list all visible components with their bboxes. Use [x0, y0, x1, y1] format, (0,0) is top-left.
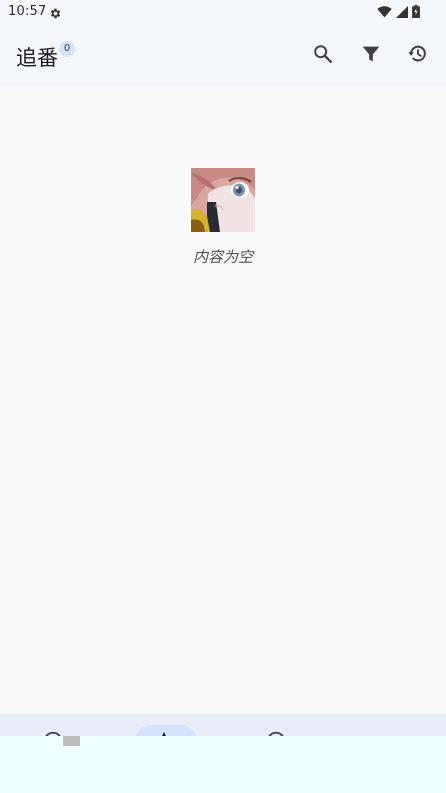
search-button[interactable] [310, 41, 336, 67]
app-bar: 追番 0 [0, 24, 446, 86]
page-title: 追番 [16, 46, 58, 70]
filter-button[interactable] [358, 41, 384, 67]
battery-icon [412, 5, 420, 18]
anime-girl-face-image [191, 168, 255, 232]
search-icon [314, 45, 332, 63]
empty-state: 内容为空 [0, 168, 446, 267]
status-time: 10:57 [8, 4, 47, 19]
count-badge: 0 [59, 41, 75, 57]
signal-icon [396, 5, 408, 18]
filter-icon [362, 46, 380, 62]
status-bar: 10:57 [0, 0, 446, 24]
wifi-icon [377, 5, 392, 18]
history-icon [408, 45, 426, 62]
empty-message: 内容为空 [192, 248, 253, 266]
history-button[interactable] [405, 41, 431, 67]
overlay-mark [63, 736, 80, 746]
settings-icon [49, 5, 62, 19]
